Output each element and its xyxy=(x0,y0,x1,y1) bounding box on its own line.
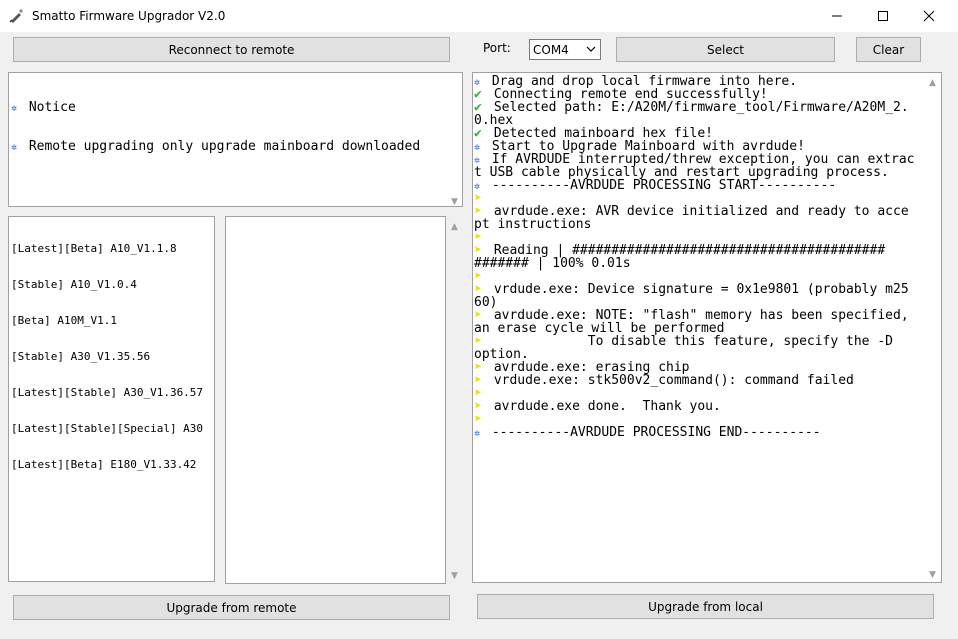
log-line-text: avrdude.exe done. Thank you. xyxy=(493,399,721,414)
log-line: ➤ vrdude.exe: stk500v2_command(): comman… xyxy=(474,374,914,387)
window-title: Smatto Firmware Upgrador V2.0 xyxy=(32,9,226,23)
reconnect-button[interactable]: Reconnect to remote xyxy=(13,37,450,62)
list-item[interactable]: [Beta] A10M_V1.1 xyxy=(11,315,203,327)
log-lines: ✲ Drag and drop local firmware into here… xyxy=(474,75,914,439)
log-scroll-up[interactable]: ▲ xyxy=(924,74,941,91)
log-panel[interactable]: ✲ Drag and drop local firmware into here… xyxy=(472,72,942,583)
info-bullet-icon: ✲ xyxy=(11,103,18,114)
detail-scroll-down[interactable]: ▼ xyxy=(446,567,463,584)
log-line-text: ----------AVRDUDE PROCESSING START------… xyxy=(491,178,837,193)
firmware-list[interactable]: [Latest][Beta] A10_V1.1.8 [Stable] A10_V… xyxy=(8,216,215,582)
title-bar: Smatto Firmware Upgrador V2.0 xyxy=(0,0,958,32)
select-button[interactable]: Select xyxy=(616,37,835,62)
log-line: pt instructions xyxy=(474,218,914,231)
log-line-text: ####### | 100% 0.01s xyxy=(474,256,631,271)
notice-scroll-down[interactable]: ▼ xyxy=(446,193,463,210)
log-line-text: vrdude.exe: Device signature = 0x1e9801 … xyxy=(493,282,909,297)
minimize-button[interactable] xyxy=(814,0,860,32)
port-select[interactable]: COM4 xyxy=(529,39,601,60)
detail-scroll-up[interactable]: ▲ xyxy=(446,218,463,235)
list-item[interactable]: [Latest][Beta] A10_V1.1.8 xyxy=(11,243,203,255)
log-line-text: vrdude.exe: stk500v2_command(): command … xyxy=(493,373,854,388)
list-item[interactable]: [Latest][Stable] A30_V1.36.57 xyxy=(11,387,203,399)
notice-line: ✲ Notice xyxy=(11,100,76,115)
notice-panel[interactable]: ✲ Notice ✲ Remote upgrading only upgrade… xyxy=(8,72,463,207)
info-bullet-icon: ✲ xyxy=(474,428,481,439)
log-line: ➤ avrdude.exe done. Thank you. xyxy=(474,400,914,413)
log-line: ✲ ----------AVRDUDE PROCESSING END------… xyxy=(474,426,914,439)
firmware-items: [Latest][Beta] A10_V1.1.8 [Stable] A10_V… xyxy=(11,219,203,495)
app-icon xyxy=(8,8,24,24)
log-line: ####### | 100% 0.01s xyxy=(474,257,914,270)
maximize-icon xyxy=(878,11,888,21)
upgrade-from-remote-button[interactable]: Upgrade from remote xyxy=(13,595,450,620)
info-bullet-icon: ✲ xyxy=(11,142,18,153)
list-item[interactable]: [Stable] A10_V1.0.4 xyxy=(11,279,203,291)
close-icon xyxy=(923,10,935,22)
log-line: ✔ Selected path: E:/A20M/firmware_tool/F… xyxy=(474,101,914,114)
log-line: ✲ ----------AVRDUDE PROCESSING START----… xyxy=(474,179,914,192)
log-line: ➤ To disable this feature, specify the -… xyxy=(474,335,914,348)
detail-panel[interactable] xyxy=(225,216,446,584)
port-value: COM4 xyxy=(533,42,569,57)
minimize-icon xyxy=(832,15,842,17)
log-line: ➤ vrdude.exe: Device signature = 0x1e980… xyxy=(474,283,914,296)
list-item[interactable]: [Latest][Stable][Special] A30 xyxy=(11,423,203,435)
list-item[interactable]: [Stable] A30_V1.35.56 xyxy=(11,351,203,363)
upgrade-from-local-button[interactable]: Upgrade from local xyxy=(477,594,934,619)
log-line-text: ----------AVRDUDE PROCESSING END--------… xyxy=(491,425,821,440)
port-label: Port: xyxy=(483,41,511,55)
notice-text: ✲ Notice ✲ Remote upgrading only upgrade… xyxy=(11,75,420,179)
clear-button[interactable]: Clear xyxy=(856,37,921,62)
close-button[interactable] xyxy=(906,0,952,32)
log-line-text: To disable this feature, specify the -D xyxy=(493,334,893,349)
notice-line: ✲ Remote upgrading only upgrade mainboar… xyxy=(11,139,421,154)
chevron-down-icon xyxy=(586,46,596,52)
log-scroll-down[interactable]: ▼ xyxy=(924,566,941,583)
list-item[interactable]: [Latest][Beta] E180_V1.33.42 xyxy=(11,459,203,471)
log-line-text: Selected path: E:/A20M/firmware_tool/Fir… xyxy=(493,100,909,115)
maximize-button[interactable] xyxy=(860,0,906,32)
